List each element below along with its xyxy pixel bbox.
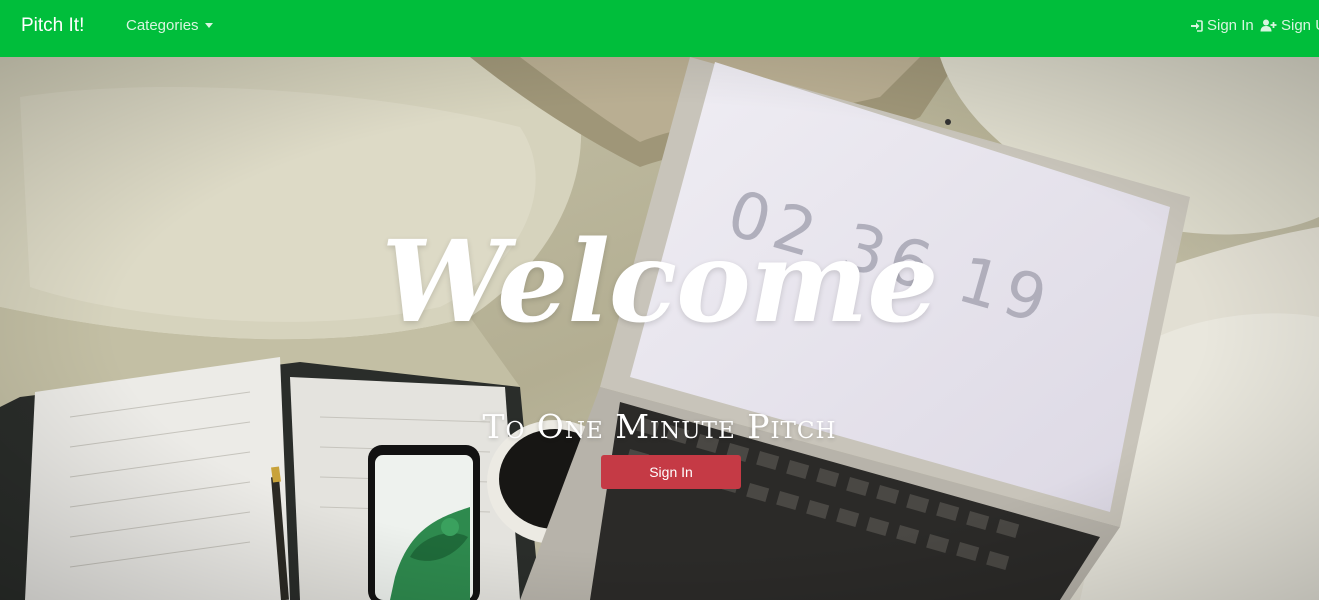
sign-up-link[interactable]: Sign Up <box>1260 17 1319 34</box>
hero-sign-in-button[interactable]: Sign In <box>601 455 741 489</box>
categories-label: Categories <box>126 17 199 34</box>
sign-in-icon <box>1190 19 1203 32</box>
brand-link[interactable]: Pitch It! <box>21 15 84 37</box>
navbar: Pitch It! Categories Sign In Sign Up <box>0 0 1319 57</box>
sign-in-label: Sign In <box>1207 17 1254 34</box>
sign-in-link[interactable]: Sign In <box>1190 17 1254 34</box>
hero-section: 02 36 19 Welcome To One Minute Pitch Sig… <box>0 57 1319 600</box>
hero-title: Welcome <box>381 217 938 348</box>
sign-up-label: Sign Up <box>1281 17 1319 34</box>
caret-down-icon <box>204 23 213 28</box>
categories-dropdown[interactable]: Categories <box>126 17 213 34</box>
user-plus-icon <box>1260 19 1277 32</box>
hero-subtitle: To One Minute Pitch <box>482 407 837 446</box>
